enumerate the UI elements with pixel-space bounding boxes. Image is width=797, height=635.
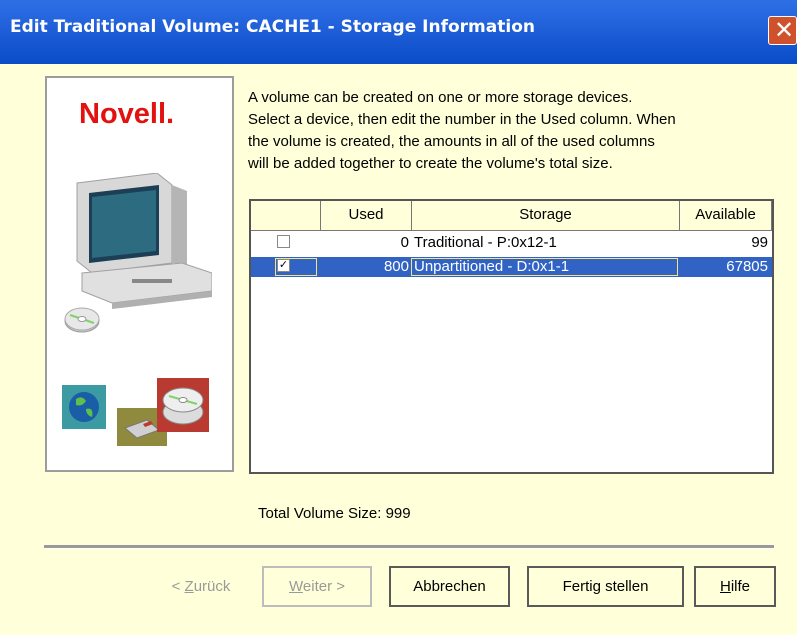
column-header-used[interactable]: Used bbox=[321, 201, 412, 231]
next-button[interactable]: Weiter > bbox=[262, 566, 372, 607]
available-cell: 67805 bbox=[726, 258, 768, 275]
row-checkbox[interactable]: ✓ bbox=[277, 259, 290, 272]
title-bar[interactable]: Edit Traditional Volume: CACHE1 - Storag… bbox=[0, 0, 797, 64]
storage-cell: Traditional - P:0x12-1 bbox=[414, 234, 557, 251]
row-checkbox[interactable] bbox=[277, 235, 290, 248]
back-button-mnemonic: Z bbox=[184, 578, 194, 595]
back-button-label: urück bbox=[193, 578, 231, 595]
storage-cell: Unpartitioned - D:0x1-1 bbox=[414, 258, 570, 275]
next-button-label: eiter > bbox=[302, 578, 345, 595]
novell-logo-text: Novell bbox=[79, 98, 167, 130]
cd-disc-icon bbox=[64, 307, 100, 333]
separator bbox=[44, 545, 774, 549]
computer-icon bbox=[76, 173, 212, 309]
column-header-storage[interactable]: Storage bbox=[412, 201, 680, 231]
description-line: the volume is created, the amounts in al… bbox=[248, 133, 655, 150]
dialog-window: Edit Traditional Volume: CACHE1 - Storag… bbox=[0, 0, 797, 635]
close-button[interactable]: ✕ bbox=[768, 16, 797, 45]
novell-logo-dot: . bbox=[166, 98, 175, 130]
next-button-mnemonic: W bbox=[289, 578, 303, 595]
logo-panel: Novell. bbox=[45, 76, 234, 472]
description-line: will be added together to create the vol… bbox=[248, 155, 613, 172]
globe-icon bbox=[62, 385, 106, 429]
column-header-select[interactable] bbox=[251, 201, 321, 231]
novell-logo: Novell. bbox=[79, 98, 174, 131]
column-header-available[interactable]: Available bbox=[680, 201, 772, 231]
storage-table[interactable]: Used Storage Available 0 Traditional - P… bbox=[249, 199, 774, 474]
finish-button[interactable]: Fertig stellen bbox=[527, 566, 684, 607]
table-row-selected[interactable]: ✓ 800 Unpartitioned - D:0x1-1 67805 bbox=[251, 257, 772, 277]
help-button[interactable]: Hilfe bbox=[694, 566, 776, 607]
close-icon: ✕ bbox=[774, 16, 795, 44]
used-cell[interactable]: 0 bbox=[321, 233, 409, 253]
cd-stack-icon bbox=[157, 378, 209, 432]
table-row[interactable]: 0 Traditional - P:0x12-1 99 bbox=[251, 233, 772, 253]
help-button-label: ilfe bbox=[730, 578, 751, 595]
description-text: A volume can be created on one or more s… bbox=[248, 87, 788, 175]
window-title: Edit Traditional Volume: CACHE1 - Storag… bbox=[10, 17, 535, 37]
available-cell: 99 bbox=[751, 234, 768, 251]
cancel-button[interactable]: Abbrechen bbox=[389, 566, 510, 607]
used-cell[interactable]: 800 bbox=[321, 257, 409, 277]
back-button[interactable]: < Zurück bbox=[150, 566, 252, 607]
help-button-mnemonic: H bbox=[719, 578, 731, 595]
back-button-prefix: < bbox=[171, 578, 185, 595]
description-line: A volume can be created on one or more s… bbox=[248, 89, 633, 106]
total-volume-size: Total Volume Size: 999 bbox=[258, 505, 411, 522]
description-line: Select a device, then edit the number in… bbox=[248, 111, 676, 128]
